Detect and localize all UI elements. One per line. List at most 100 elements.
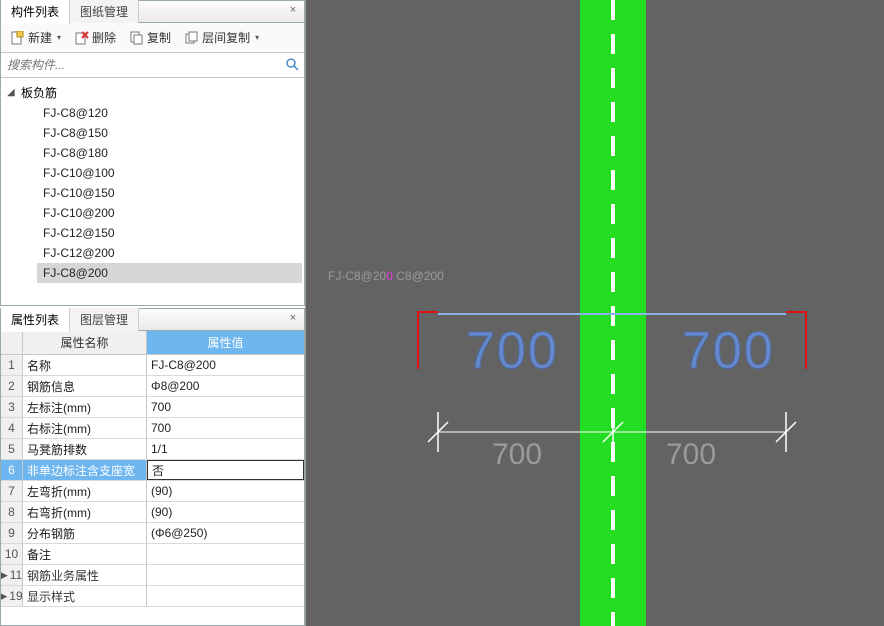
delete-button[interactable]: 删除 xyxy=(71,27,120,48)
table-row[interactable]: 4右标注(mm)700 xyxy=(1,418,304,439)
grid-header: 属性名称 属性值 xyxy=(1,331,304,355)
property-name: 钢筋业务属性 xyxy=(23,565,147,585)
property-value[interactable] xyxy=(147,544,304,564)
property-panel: 属性列表 图层管理 × 属性名称 属性值 1名称FJ-C8@2002钢筋信息Φ8… xyxy=(0,308,305,626)
row-number: 10 xyxy=(1,544,23,564)
row-number: 3 xyxy=(1,397,23,417)
component-tree: ◢ 板负筋 FJ-C8@120FJ-C8@150FJ-C8@180FJ-C10@… xyxy=(1,78,304,305)
component-tab-bar: 构件列表 图纸管理 × xyxy=(1,1,304,23)
property-value[interactable]: FJ-C8@200 xyxy=(147,355,304,375)
property-name: 钢筋信息 xyxy=(23,376,147,396)
new-button[interactable]: 新建 ▾ xyxy=(7,27,65,48)
copy-button[interactable]: 复制 xyxy=(126,27,175,48)
property-name: 右弯折(mm) xyxy=(23,502,147,522)
row-number: 9 xyxy=(1,523,23,543)
component-list-panel: 构件列表 图纸管理 × 新建 ▾ 删除 xyxy=(0,0,305,306)
tab-drawing-manage[interactable]: 图纸管理 xyxy=(70,0,139,23)
row-number: 2 xyxy=(1,376,23,396)
row-number: 1 xyxy=(1,355,23,375)
dimension-left: 700 xyxy=(492,438,542,471)
tree-parent[interactable]: ◢ 板负筋 xyxy=(3,82,302,103)
table-row[interactable]: 2钢筋信息Φ8@200 xyxy=(1,376,304,397)
row-number: 5 xyxy=(1,439,23,459)
property-name: 左标注(mm) xyxy=(23,397,147,417)
tree-item[interactable]: FJ-C12@150 xyxy=(37,223,302,243)
tree-item[interactable]: FJ-C8@150 xyxy=(37,123,302,143)
tree-item[interactable]: FJ-C8@200 xyxy=(37,263,302,283)
property-name: 显示样式 xyxy=(23,586,147,606)
property-name: 马凳筋排数 xyxy=(23,439,147,459)
delete-label: 删除 xyxy=(92,29,116,46)
property-name: 非单边标注含支座宽 xyxy=(23,460,147,480)
tree-item[interactable]: FJ-C10@200 xyxy=(37,203,302,223)
table-row[interactable]: 10备注 xyxy=(1,544,304,565)
layer-copy-label: 层间复制 xyxy=(202,29,250,46)
property-tab-bar: 属性列表 图层管理 × xyxy=(1,309,304,331)
property-name: 备注 xyxy=(23,544,147,564)
tree-item[interactable]: FJ-C10@150 xyxy=(37,183,302,203)
property-value[interactable]: (90) xyxy=(147,481,304,501)
table-row[interactable]: 6非单边标注含支座宽否 xyxy=(1,460,304,481)
tab-property-list[interactable]: 属性列表 xyxy=(1,308,70,332)
col-header-value[interactable]: 属性值 xyxy=(147,331,304,354)
caret-down-icon: ◢ xyxy=(7,87,17,98)
component-toolbar: 新建 ▾ 删除 复制 xyxy=(1,23,304,53)
row-number: ▶11 xyxy=(1,565,23,585)
tree-parent-label: 板负筋 xyxy=(21,84,57,101)
property-value[interactable]: 700 xyxy=(147,397,304,417)
col-header-name[interactable]: 属性名称 xyxy=(23,331,147,354)
property-name: 名称 xyxy=(23,355,147,375)
chevron-down-icon: ▾ xyxy=(255,33,259,42)
drawing-canvas: FJ-C8@200 C8@200 700 700 700 700 xyxy=(306,0,884,626)
tree-item[interactable]: FJ-C8@180 xyxy=(37,143,302,163)
new-icon xyxy=(11,31,25,45)
grid-body: 1名称FJ-C8@2002钢筋信息Φ8@2003左标注(mm)7004右标注(m… xyxy=(1,355,304,625)
search-input[interactable] xyxy=(5,55,284,75)
cad-viewport[interactable]: FJ-C8@200 C8@200 700 700 700 700 xyxy=(306,0,884,626)
property-value[interactable] xyxy=(147,586,304,606)
table-row[interactable]: 8右弯折(mm)(90) xyxy=(1,502,304,523)
tree-item[interactable]: FJ-C12@200 xyxy=(37,243,302,263)
row-number: 8 xyxy=(1,502,23,522)
copy-icon xyxy=(130,31,144,45)
tab-component-list[interactable]: 构件列表 xyxy=(1,0,70,24)
delete-icon xyxy=(75,31,89,45)
span-right-value: 700 xyxy=(682,322,775,380)
table-row[interactable]: 9分布钢筋(Φ6@250) xyxy=(1,523,304,544)
tree-item[interactable]: FJ-C10@100 xyxy=(37,163,302,183)
layer-copy-button[interactable]: 层间复制 ▾ xyxy=(181,27,263,48)
row-number: 4 xyxy=(1,418,23,438)
row-number: ▶19 xyxy=(1,586,23,606)
table-row[interactable]: 1名称FJ-C8@200 xyxy=(1,355,304,376)
span-left-value: 700 xyxy=(466,322,559,380)
property-value[interactable]: (90) xyxy=(147,502,304,522)
row-number: 7 xyxy=(1,481,23,501)
copy-label: 复制 xyxy=(147,29,171,46)
table-row[interactable]: 3左标注(mm)700 xyxy=(1,397,304,418)
close-icon[interactable]: × xyxy=(286,311,300,325)
table-row[interactable]: ▶19显示样式 xyxy=(1,586,304,607)
new-label: 新建 xyxy=(28,29,52,46)
tree-item[interactable]: FJ-C8@120 xyxy=(37,103,302,123)
layer-copy-icon xyxy=(185,31,199,45)
table-row[interactable]: 5马凳筋排数1/1 xyxy=(1,439,304,460)
table-row[interactable]: ▶11钢筋业务属性 xyxy=(1,565,304,586)
property-name: 分布钢筋 xyxy=(23,523,147,543)
row-number: 6 xyxy=(1,460,23,480)
element-label: FJ-C8@200 C8@200 xyxy=(328,269,444,283)
close-icon[interactable]: × xyxy=(286,3,300,17)
property-value[interactable]: 1/1 xyxy=(147,439,304,459)
search-icon[interactable] xyxy=(284,57,300,74)
property-value[interactable] xyxy=(147,565,304,585)
property-value[interactable]: Φ8@200 xyxy=(147,376,304,396)
chevron-down-icon: ▾ xyxy=(57,33,61,42)
tab-layer-manage[interactable]: 图层管理 xyxy=(70,308,139,331)
property-name: 右标注(mm) xyxy=(23,418,147,438)
search-row xyxy=(1,53,304,78)
rebar-hook-left xyxy=(418,312,438,369)
property-value[interactable]: 700 xyxy=(147,418,304,438)
property-value[interactable]: (Φ6@250) xyxy=(147,523,304,543)
property-value[interactable]: 否 xyxy=(147,460,304,480)
table-row[interactable]: 7左弯折(mm)(90) xyxy=(1,481,304,502)
dimension-right: 700 xyxy=(666,438,716,471)
